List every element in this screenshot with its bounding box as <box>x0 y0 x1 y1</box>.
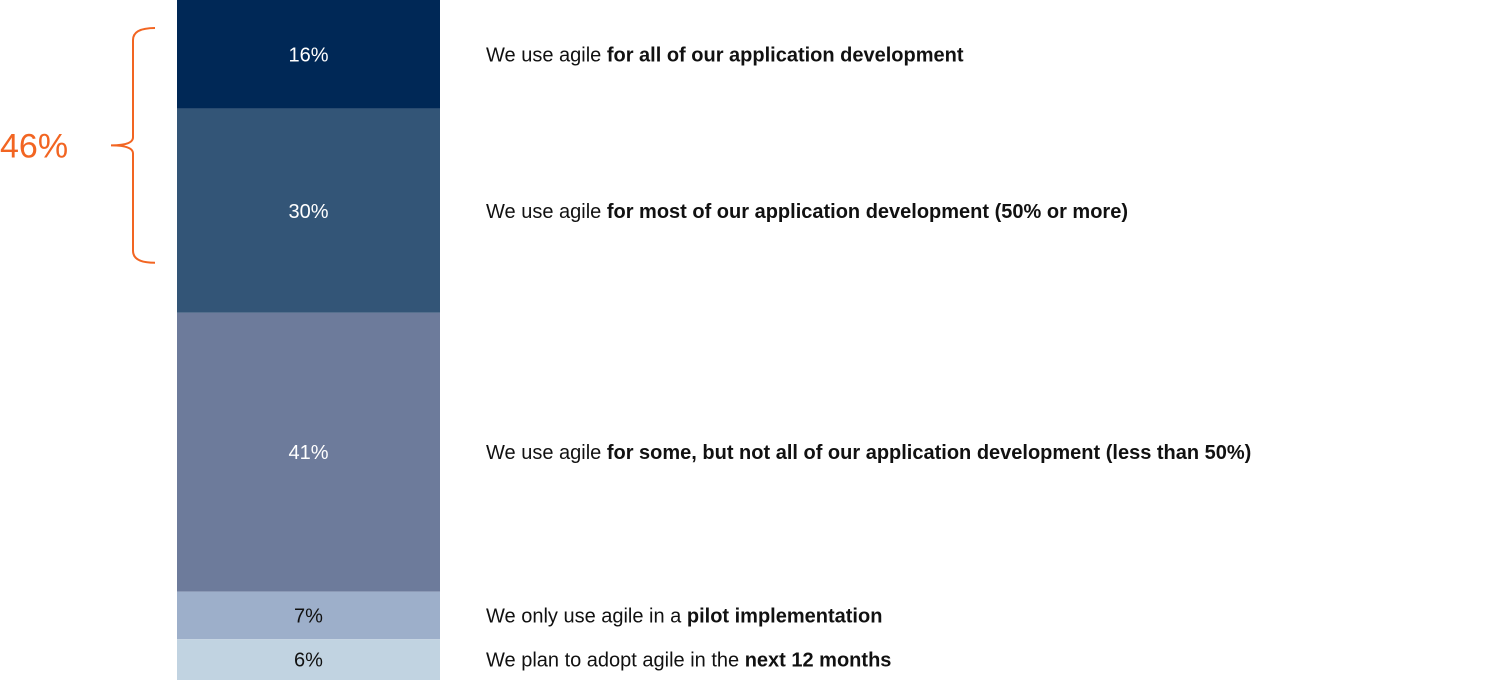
segment-value-label: 41% <box>288 442 328 464</box>
description-plain-text: We use agile <box>486 201 607 223</box>
description-plain-text: We use agile <box>486 44 607 66</box>
category-description: We only use agile in a pilot implementat… <box>486 605 882 627</box>
description-bold-text: for most of our application development … <box>607 201 1128 223</box>
segment-value-label: 6% <box>294 650 323 672</box>
description-plain-text: We plan to adopt agile in the <box>486 650 745 672</box>
stacked-bar-chart: 16% 30% 41% 7% 6% We use agile for all of ou… <box>0 0 1251 680</box>
description-bold-text: next 12 months <box>745 650 892 672</box>
bracket-annotation: 46% <box>0 27 156 264</box>
category-description: We use agile for some, but not all of ou… <box>486 442 1251 464</box>
category-description: We use agile for all of our application … <box>486 44 964 66</box>
category-description: We use agile for most of our application… <box>486 201 1128 223</box>
bracket-brace <box>110 27 156 264</box>
category-descriptions: We use agile for all of our application … <box>486 44 1251 671</box>
bar-segments <box>177 0 440 680</box>
segment-value-label: 30% <box>288 201 328 223</box>
description-plain-text: We use agile <box>486 442 607 464</box>
segment-value-label: 7% <box>294 605 323 627</box>
category-description: We plan to adopt agile in the next 12 mo… <box>486 650 891 672</box>
description-bold-text: for some, but not all of our application… <box>607 442 1252 464</box>
description-bold-text: pilot implementation <box>687 605 883 627</box>
description-plain-text: We only use agile in a <box>486 605 687 627</box>
bracket-total-label: 46% <box>0 127 68 165</box>
segment-value-label: 16% <box>288 44 328 66</box>
description-bold-text: for all of our application development <box>607 44 964 66</box>
